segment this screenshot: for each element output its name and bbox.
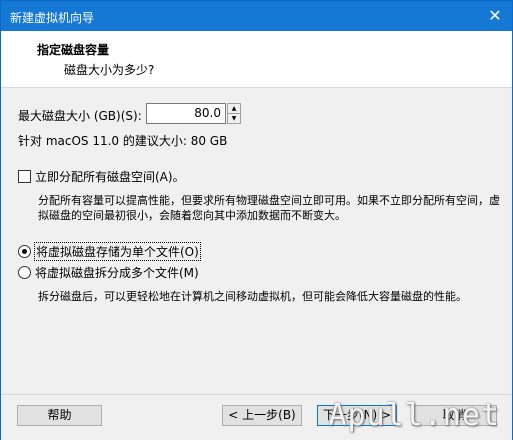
disk-size-spinner[interactable]: ▲ ▼	[227, 103, 241, 124]
allocate-description: 分配所有容量可以提高性能，但要求所有物理磁盘空间立即可用。如果不立即分配所有空间…	[38, 194, 500, 222]
title-bar[interactable]: 新建虚拟机向导 ✕	[1, 1, 512, 31]
close-icon[interactable]: ✕	[486, 7, 504, 25]
multiple-files-label[interactable]: 将虚拟磁盘拆分成多个文件(M)	[35, 264, 199, 281]
new-vm-wizard-dialog: 新建虚拟机向导 ✕ 指定磁盘容量 磁盘大小为多少? 最大磁盘大小 (GB)(S)…	[0, 0, 513, 440]
page-subtitle: 磁盘大小为多少?	[64, 63, 155, 77]
recommended-size-text: 针对 macOS 11.0 的建议大小: 80 GB	[18, 134, 228, 148]
wizard-header: 指定磁盘容量 磁盘大小为多少?	[1, 31, 512, 88]
single-file-radio[interactable]	[18, 245, 31, 258]
help-button[interactable]: 帮助	[17, 405, 102, 426]
watermark: Apull.net	[328, 398, 500, 433]
spin-down-icon[interactable]: ▼	[228, 114, 240, 123]
disk-size-input[interactable]: 80.0	[146, 103, 226, 124]
page-title: 指定磁盘容量	[37, 43, 110, 57]
multiple-files-radio[interactable]	[18, 266, 31, 279]
split-description: 拆分磁盘后，可以更轻松地在计算机之间移动虚拟机，但可能会降低大容量磁盘的性能。	[38, 290, 467, 303]
spin-up-icon[interactable]: ▲	[228, 104, 240, 114]
window-title: 新建虚拟机向导	[10, 11, 95, 25]
disk-size-label: 最大磁盘大小 (GB)(S):	[18, 109, 142, 123]
allocate-now-label[interactable]: 立即分配所有磁盘空间(A)。	[35, 168, 185, 185]
back-button[interactable]: < 上一步(B)	[222, 405, 302, 426]
allocate-now-checkbox[interactable]	[18, 170, 31, 183]
wizard-content: 最大磁盘大小 (GB)(S): 80.0 ▲ ▼ 针对 macOS 11.0 的…	[1, 88, 512, 394]
single-file-label[interactable]: 将虚拟磁盘存储为单个文件(O)	[34, 242, 201, 261]
